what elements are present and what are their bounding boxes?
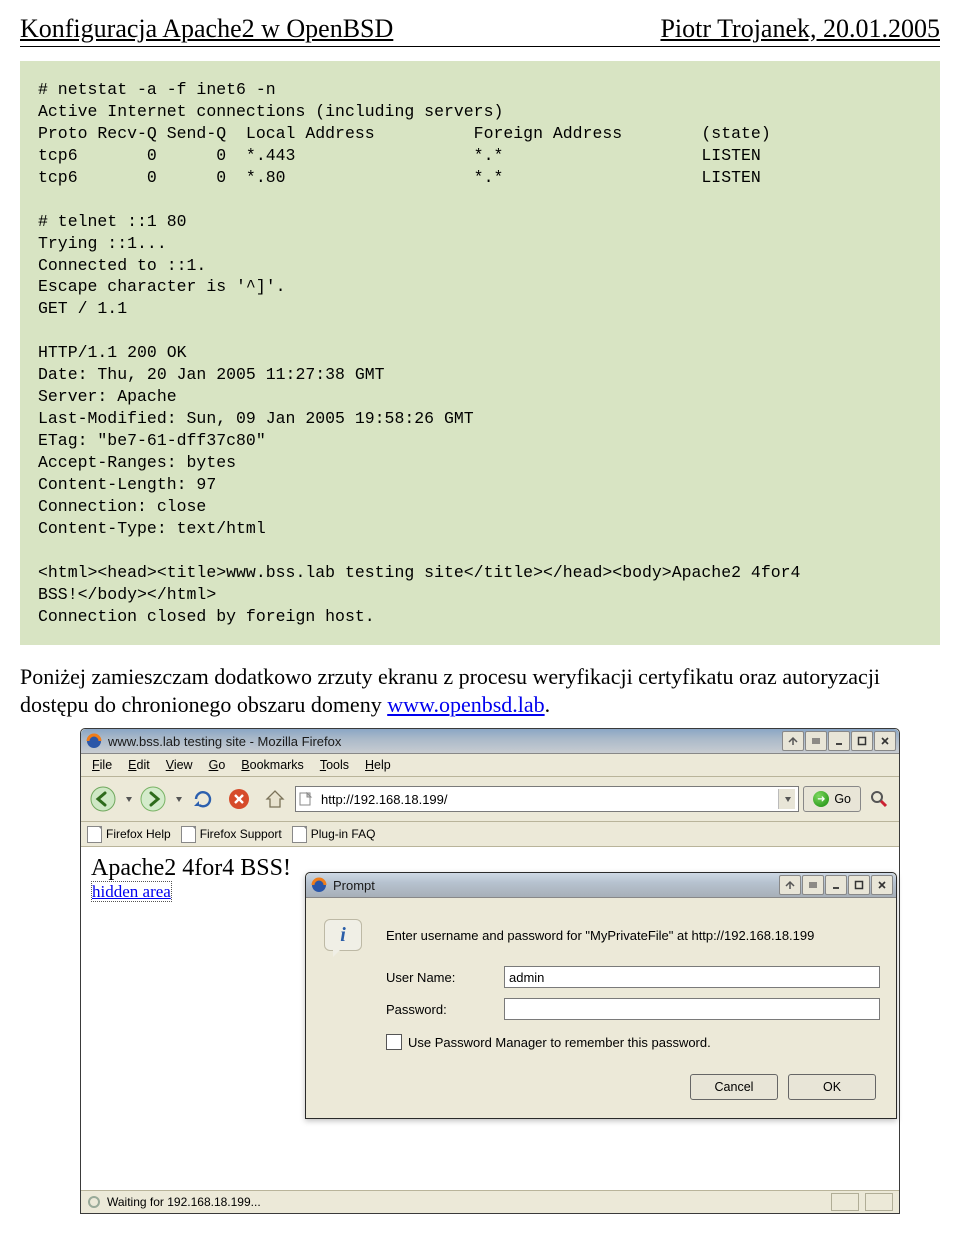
menu-file[interactable]: File [85,756,119,774]
bookmark-label: Firefox Help [106,827,171,841]
caption-paragraph: Poniżej zamieszczam dodatkowo zrzuty ekr… [20,663,940,718]
menu-tools[interactable]: Tools [313,756,356,774]
ok-button[interactable]: OK [788,1074,876,1100]
dialog-message: Enter username and password for "MyPriva… [386,928,880,943]
dialog-buttons: Cancel OK [322,1066,880,1108]
password-field[interactable] [504,998,880,1020]
info-icon: i [322,914,364,956]
bookmark-item[interactable]: Plug-in FAQ [292,826,376,843]
throbber-icon [87,1195,101,1209]
menu-go[interactable]: Go [202,756,233,774]
bookmark-label: Firefox Support [200,827,282,841]
close-button[interactable] [871,875,893,895]
menu-bar: File Edit View Go Bookmarks Tools Help [81,754,899,777]
username-field[interactable] [504,966,880,988]
go-label: Go [834,792,851,806]
firefox-icon [311,877,327,893]
go-button[interactable]: ➜ Go [803,786,861,812]
forward-button[interactable] [137,784,169,814]
menu-edit[interactable]: Edit [121,756,157,774]
status-indicator-2 [865,1193,893,1211]
close-button[interactable] [874,731,896,751]
bookmark-item[interactable]: Firefox Support [181,826,282,843]
window-titlebar: www.bss.lab testing site - Mozilla Firef… [81,729,899,754]
window-extra2-icon[interactable] [805,731,827,751]
window-title: www.bss.lab testing site - Mozilla Firef… [108,734,776,749]
maximize-button[interactable] [848,875,870,895]
page-icon [181,826,196,843]
remember-label: Use Password Manager to remember this pa… [408,1035,711,1050]
minimize-button[interactable] [828,731,850,751]
address-bar[interactable] [295,786,799,812]
home-button[interactable] [259,784,291,814]
bookmarks-bar: Firefox Help Firefox Support Plug-in FAQ [81,822,899,847]
nav-toolbar: ➜ Go [81,777,899,822]
go-icon: ➜ [813,791,829,807]
window-extra1-icon[interactable] [782,731,804,751]
window-extra1-icon[interactable] [779,875,801,895]
minimize-button[interactable] [825,875,847,895]
doc-author-date: Piotr Trojanek, 20.01.2005 [660,14,940,44]
page-icon [299,792,313,806]
screenshot-browser: www.bss.lab testing site - Mozilla Firef… [80,728,900,1214]
bookmark-label: Plug-in FAQ [311,827,376,841]
firefox-icon [86,733,102,749]
password-label: Password: [386,1002,496,1017]
terminal-output-block: # netstat -a -f inet6 -n Active Internet… [20,61,940,645]
cancel-button[interactable]: Cancel [690,1074,778,1100]
caption-link[interactable]: www.openbsd.lab [387,692,544,717]
menu-bookmarks[interactable]: Bookmarks [234,756,311,774]
dialog-body: i Enter username and password for "MyPri… [306,898,896,1118]
status-bar: Waiting for 192.168.18.199... [81,1190,899,1213]
status-text: Waiting for 192.168.18.199... [107,1195,261,1209]
menu-view[interactable]: View [159,756,200,774]
window-control-buttons [782,731,896,751]
dialog-window-controls [779,875,893,895]
cancel-label: Cancel [715,1080,754,1094]
stop-button[interactable] [223,784,255,814]
bookmark-item[interactable]: Firefox Help [87,826,171,843]
url-input[interactable] [319,791,772,808]
document-header: Konfiguracja Apache2 w OpenBSD Piotr Tro… [20,14,940,47]
remember-checkbox[interactable] [386,1034,402,1050]
page-icon [87,826,102,843]
status-indicator-1 [831,1193,859,1211]
back-dropdown[interactable] [123,784,133,814]
doc-title: Konfiguracja Apache2 w OpenBSD [20,14,393,44]
forward-dropdown[interactable] [173,784,183,814]
caption-suffix: . [545,692,551,717]
dialog-title: Prompt [333,878,773,893]
ok-label: OK [823,1080,841,1094]
menu-help[interactable]: Help [358,756,398,774]
url-history-dropdown[interactable] [778,789,795,809]
dialog-titlebar: Prompt [306,873,896,898]
back-button[interactable] [87,784,119,814]
reload-button[interactable] [187,784,219,814]
hidden-area-link[interactable]: hidden area [91,881,172,902]
page-icon [292,826,307,843]
search-button[interactable] [865,786,893,812]
username-label: User Name: [386,970,496,985]
window-extra2-icon[interactable] [802,875,824,895]
maximize-button[interactable] [851,731,873,751]
auth-dialog: Prompt i Enter username and password for… [305,872,897,1119]
remember-row: Use Password Manager to remember this pa… [386,1034,880,1050]
